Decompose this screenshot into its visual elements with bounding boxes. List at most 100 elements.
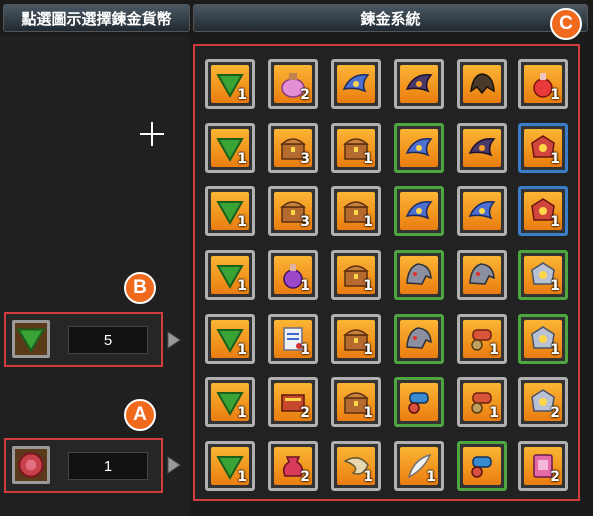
- item-slot[interactable]: [394, 250, 444, 300]
- item-slot[interactable]: [331, 59, 381, 109]
- item-slot[interactable]: [457, 186, 507, 236]
- item-slot-background: 1: [337, 256, 375, 294]
- item-slot[interactable]: 2: [518, 377, 568, 427]
- item-slot-background: [463, 447, 501, 485]
- item-slot-background: 3: [274, 129, 312, 167]
- item-slot[interactable]: [394, 377, 444, 427]
- item-slot[interactable]: 1: [268, 314, 318, 364]
- item-slot-background: 1: [211, 65, 249, 103]
- item-slot-background: 1: [524, 192, 562, 230]
- red-seal-coin-icon[interactable]: [12, 446, 50, 484]
- badge-c: C: [550, 8, 582, 40]
- item-slot[interactable]: 1: [331, 186, 381, 236]
- item-slot[interactable]: [394, 123, 444, 173]
- item-slot[interactable]: 2: [268, 441, 318, 491]
- item-slot[interactable]: 1: [518, 186, 568, 236]
- item-slot-background: 1: [337, 320, 375, 358]
- item-slot[interactable]: 1: [518, 314, 568, 364]
- tab-select-currency-label: 點選圖示選擇鍊金貨幣: [21, 10, 172, 28]
- currency-quantity-field[interactable]: 5: [68, 326, 148, 354]
- item-slot[interactable]: 2: [518, 441, 568, 491]
- item-quantity: 1: [363, 342, 373, 358]
- item-quantity: 2: [300, 405, 310, 421]
- tab-alchemy-system[interactable]: 鍊金系統: [193, 4, 588, 32]
- item-quantity: 1: [300, 342, 310, 358]
- arrow-right-icon[interactable]: [166, 455, 182, 475]
- item-slot[interactable]: [457, 441, 507, 491]
- item-slot[interactable]: 1: [205, 59, 255, 109]
- currency-slot-a[interactable]: 1: [4, 438, 163, 493]
- item-slot[interactable]: 1: [331, 377, 381, 427]
- item-slot-background: 1: [211, 320, 249, 358]
- item-slot[interactable]: 1: [518, 250, 568, 300]
- item-slot[interactable]: [394, 186, 444, 236]
- item-slot[interactable]: [457, 59, 507, 109]
- item-quantity: 1: [363, 278, 373, 294]
- item-slot-background: [463, 256, 501, 294]
- item-slot-background: 1: [524, 129, 562, 167]
- item-slot-background: 1: [524, 65, 562, 103]
- item-slot[interactable]: [394, 314, 444, 364]
- item-slot-background: 1: [400, 447, 438, 485]
- item-slot-background: [400, 192, 438, 230]
- item-slot[interactable]: 1: [331, 314, 381, 364]
- item-slot-background: 2: [524, 383, 562, 421]
- item-slot[interactable]: 1: [518, 123, 568, 173]
- item-quantity: 1: [237, 342, 247, 358]
- item-quantity: 1: [300, 278, 310, 294]
- item-slot[interactable]: [394, 59, 444, 109]
- tab-select-currency[interactable]: 點選圖示選擇鍊金貨幣: [3, 4, 190, 32]
- item-slot[interactable]: 1: [205, 377, 255, 427]
- item-quantity: 1: [237, 214, 247, 230]
- item-quantity: 2: [550, 469, 560, 485]
- item-slot[interactable]: 1: [205, 441, 255, 491]
- dark-beast-helmet-icon: [470, 73, 495, 95]
- item-slot[interactable]: 1: [331, 441, 381, 491]
- item-slot[interactable]: 1: [205, 250, 255, 300]
- blue-cannon-icon: [471, 456, 492, 478]
- item-slot[interactable]: 3: [268, 186, 318, 236]
- dragon-helmet-icon: [406, 327, 432, 349]
- item-slot[interactable]: 1: [394, 441, 444, 491]
- item-slot[interactable]: 1: [268, 250, 318, 300]
- item-slot-background: [463, 129, 501, 167]
- item-quantity: 3: [300, 151, 310, 167]
- item-slot[interactable]: 3: [268, 123, 318, 173]
- green-triangle-icon[interactable]: [12, 320, 50, 358]
- dragon-helmet-icon: [469, 263, 495, 285]
- item-quantity: 1: [237, 278, 247, 294]
- item-slot[interactable]: 2: [268, 59, 318, 109]
- item-slot-background: 1: [463, 383, 501, 421]
- item-quantity: 1: [550, 214, 560, 230]
- dark-wing-ornament-icon: [468, 138, 496, 157]
- item-slot[interactable]: [457, 123, 507, 173]
- item-slot-background: [400, 65, 438, 103]
- item-slot[interactable]: 2: [268, 377, 318, 427]
- item-slot[interactable]: 1: [457, 314, 507, 364]
- item-slot[interactable]: 1: [331, 123, 381, 173]
- item-slot[interactable]: 1: [331, 250, 381, 300]
- item-slot-background: 2: [274, 65, 312, 103]
- item-quantity: 1: [363, 405, 373, 421]
- item-slot[interactable]: 1: [457, 377, 507, 427]
- item-slot[interactable]: 1: [518, 59, 568, 109]
- blue-cannon-icon: [408, 392, 429, 414]
- blue-wing-ornament-icon: [405, 201, 433, 220]
- item-slot[interactable]: 1: [205, 186, 255, 236]
- item-slot-background: 1: [211, 383, 249, 421]
- item-slot-background: 2: [274, 383, 312, 421]
- currency-quantity-field[interactable]: 1: [68, 452, 148, 480]
- arrow-right-icon[interactable]: [166, 330, 182, 350]
- currency-slot-b[interactable]: 5: [4, 312, 163, 367]
- dragon-helmet-icon: [406, 263, 432, 285]
- item-slot[interactable]: 1: [205, 123, 255, 173]
- tab-alchemy-system-label: 鍊金系統: [360, 10, 421, 28]
- item-quantity: 2: [300, 469, 310, 485]
- item-slot-background: 1: [211, 447, 249, 485]
- item-quantity: 1: [426, 469, 436, 485]
- item-slot[interactable]: [457, 250, 507, 300]
- blue-wing-ornament-icon: [468, 201, 496, 220]
- item-quantity: 1: [550, 278, 560, 294]
- item-slot[interactable]: 1: [205, 314, 255, 364]
- item-quantity: 1: [363, 151, 373, 167]
